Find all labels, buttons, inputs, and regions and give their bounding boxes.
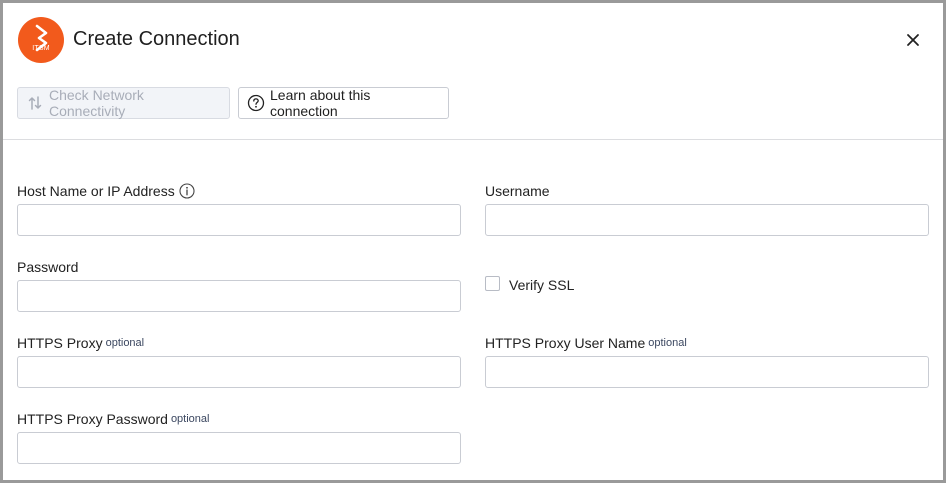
info-circle-icon[interactable] [179, 183, 195, 202]
https-proxy-password-field-label: HTTPS Proxy Password optional [17, 411, 209, 427]
https-proxy-input[interactable] [17, 356, 461, 388]
https-proxy-label-text: HTTPS Proxy [17, 335, 103, 351]
close-icon[interactable] [902, 29, 924, 51]
check-network-connectivity-button[interactable]: Check Network Connectivity [17, 87, 230, 119]
host-input[interactable] [17, 204, 461, 236]
verify-ssl-checkbox[interactable] [485, 276, 500, 291]
host-field-label: Host Name or IP Address [17, 183, 195, 202]
host-label-text: Host Name or IP Address [17, 183, 175, 199]
username-field-label: Username [485, 183, 550, 199]
dialog-title: Create Connection [73, 28, 240, 50]
https-proxy-field-label: HTTPS Proxy optional [17, 335, 144, 351]
learn-about-connection-label: Learn about this connection [270, 87, 371, 119]
verify-ssl-label: Verify SSL [509, 277, 575, 293]
https-proxy-user-field-label: HTTPS Proxy User Name optional [485, 335, 687, 351]
password-input[interactable] [17, 280, 461, 312]
https-proxy-password-label-text: HTTPS Proxy Password [17, 411, 168, 427]
question-circle-icon [247, 94, 265, 112]
https-proxy-user-input[interactable] [485, 356, 929, 388]
https-proxy-password-input[interactable] [17, 432, 461, 464]
username-input[interactable] [485, 204, 929, 236]
learn-about-connection-button[interactable]: Learn about this connection [238, 87, 449, 119]
password-field-label: Password [17, 259, 79, 275]
dialog-header: ITSM Create Connection [3, 3, 943, 77]
check-network-connectivity-label: Check Network Connectivity [49, 87, 144, 119]
optional-tag: optional [170, 413, 210, 425]
optional-tag: optional [105, 337, 145, 349]
logo-text: ITSM [32, 45, 50, 52]
dialog-toolbar: Check Network Connectivity Learn about t… [3, 87, 943, 121]
header-divider [3, 139, 943, 140]
create-connection-dialog: ITSM Create Connection Check Network Con… [3, 3, 943, 480]
itsm-logo-icon: ITSM [18, 17, 64, 63]
https-proxy-user-label-text: HTTPS Proxy User Name [485, 335, 646, 351]
network-arrows-icon [26, 94, 44, 112]
optional-tag: optional [648, 337, 687, 349]
